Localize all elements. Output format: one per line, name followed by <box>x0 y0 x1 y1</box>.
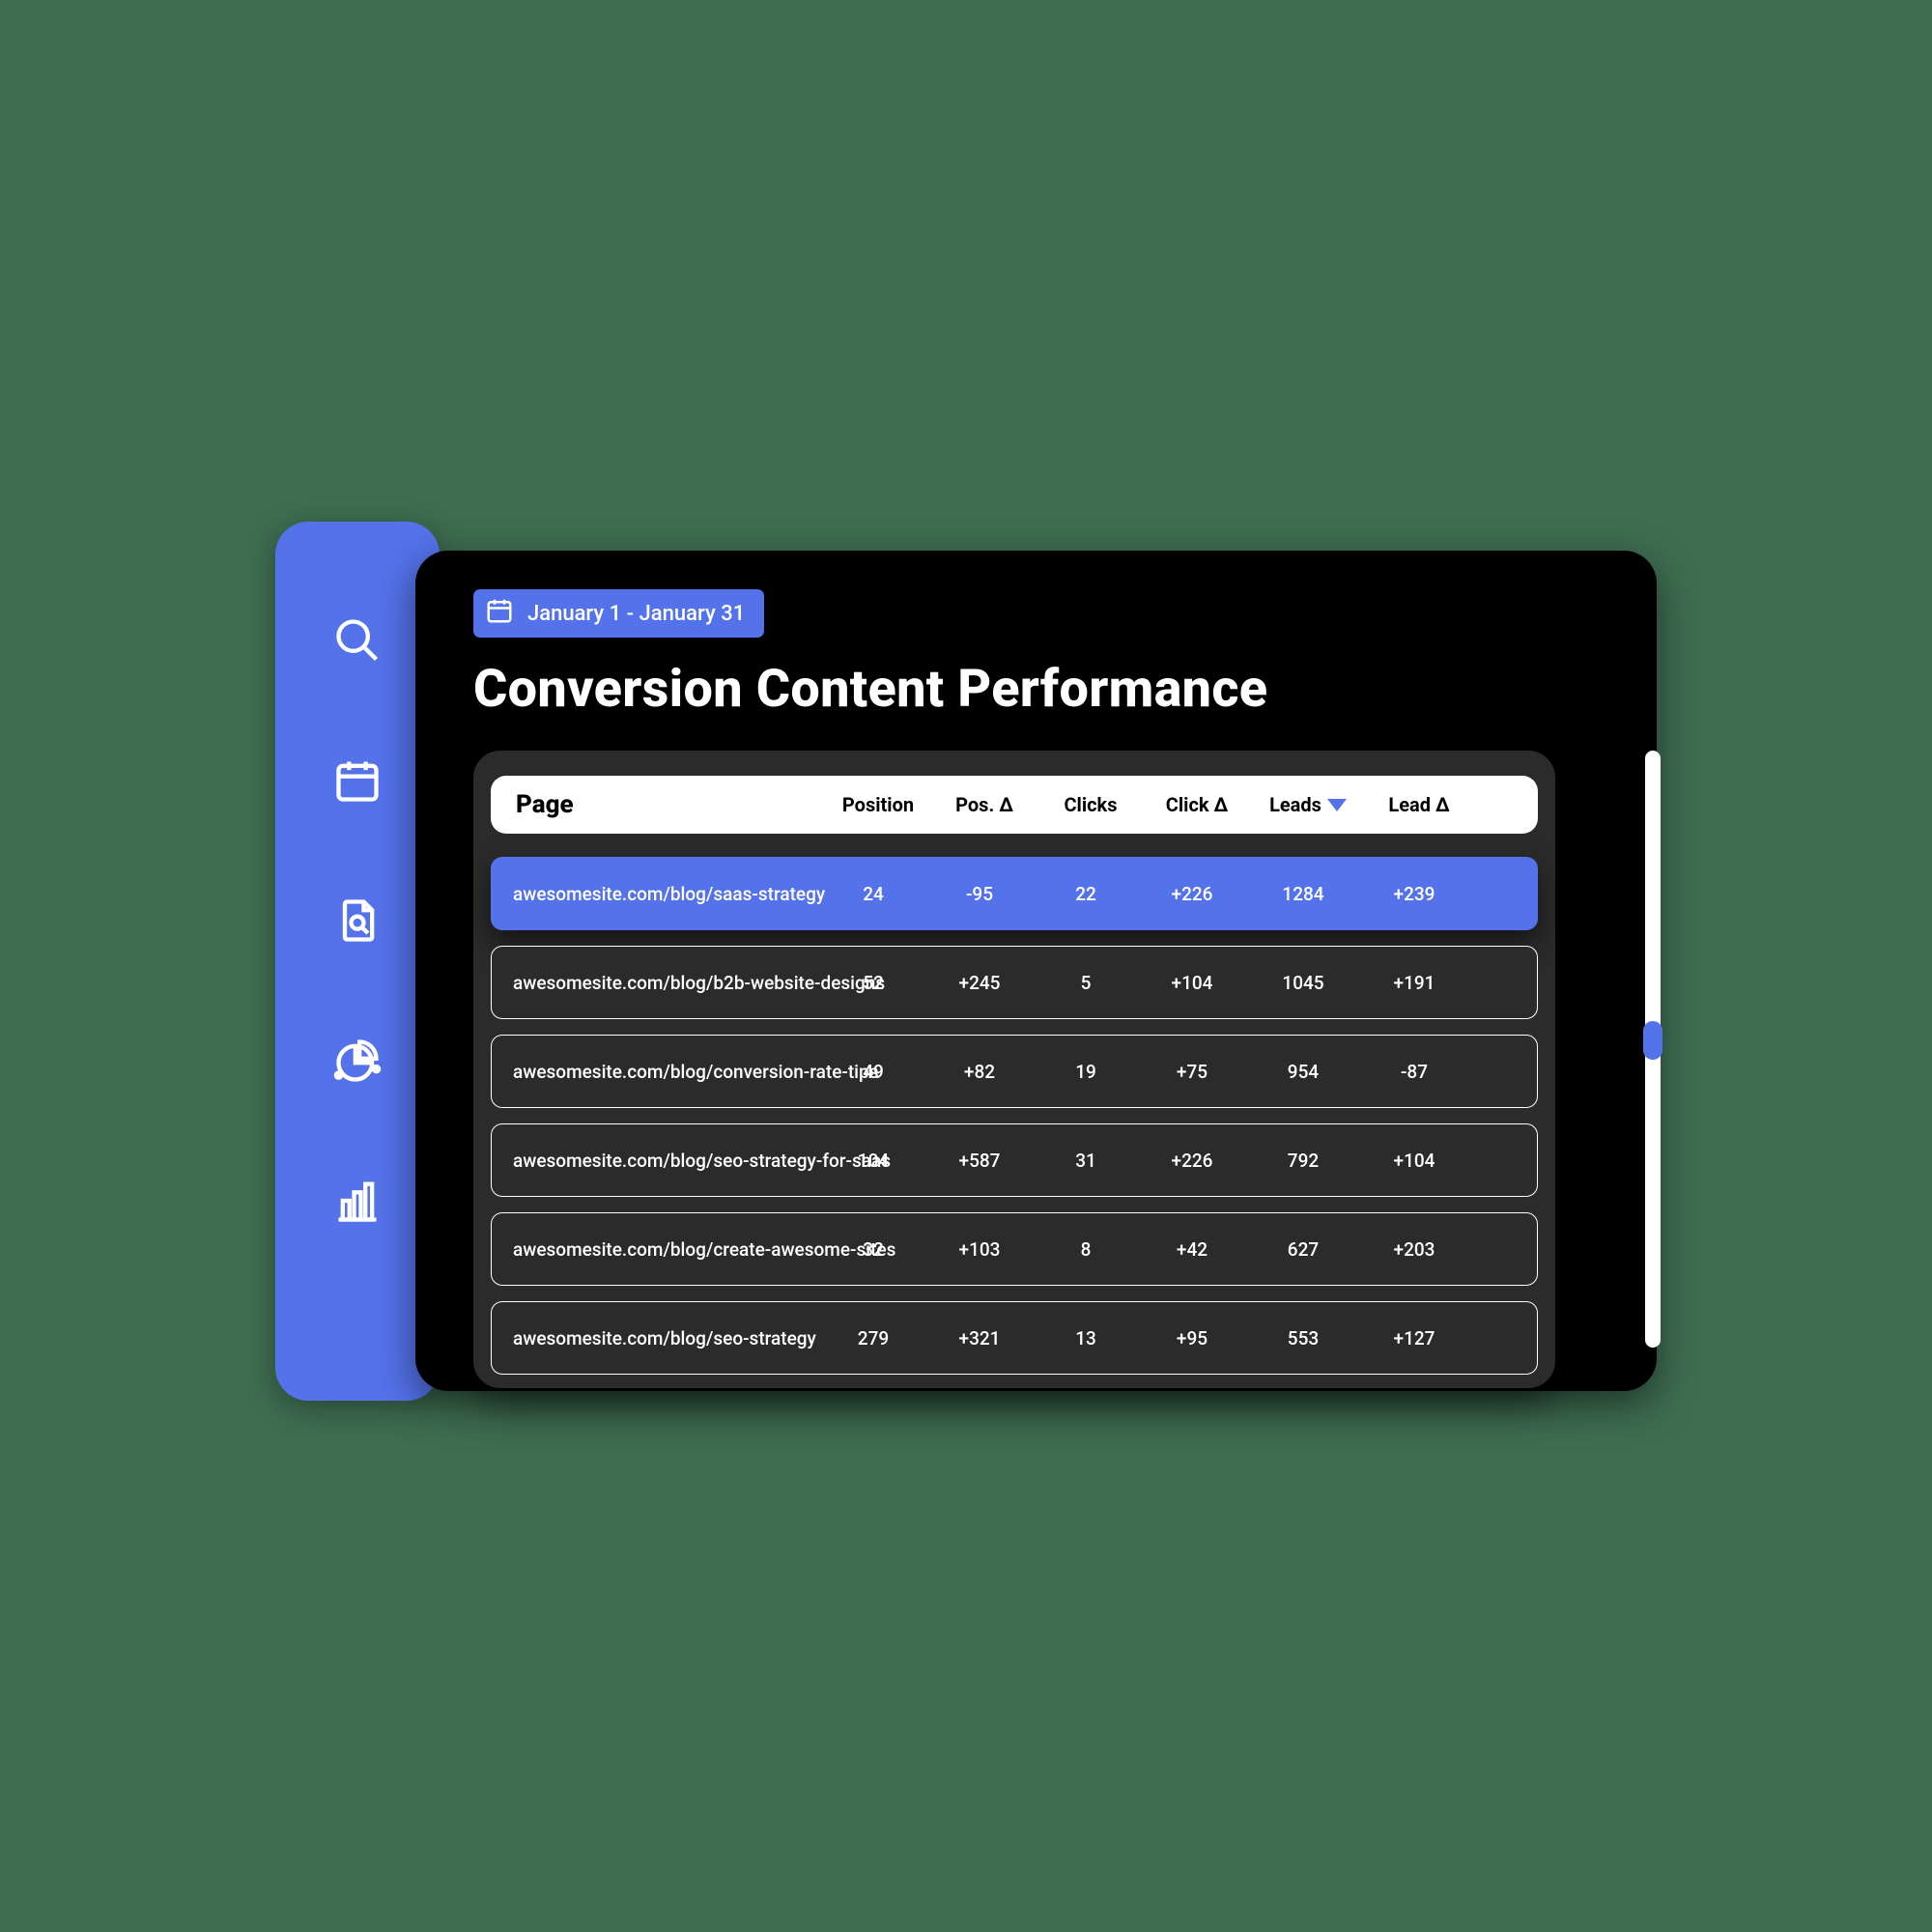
scrollbar-track[interactable] <box>1645 751 1661 1348</box>
bar-chart-icon <box>332 1176 383 1230</box>
date-range-label: January 1 - January 31 <box>527 602 745 626</box>
cell-lead-delta: +239 <box>1361 883 1467 905</box>
cell-click-delta: +104 <box>1139 972 1245 994</box>
table-header: Page Position Pos. Δ Clicks Click Δ Lead… <box>491 776 1538 834</box>
col-header-lead-delta[interactable]: Lead Δ <box>1366 793 1472 816</box>
cell-lead-delta: +191 <box>1361 972 1467 994</box>
cell-click-delta: +95 <box>1139 1327 1245 1350</box>
cell-page: awesomesite.com/blog/seo-strategy <box>492 1327 820 1350</box>
nav-bar-chart[interactable] <box>328 1174 386 1232</box>
cell-click-delta: +226 <box>1139 883 1245 905</box>
cell-lead-delta: +203 <box>1361 1238 1467 1261</box>
cell-position: 32 <box>820 1238 926 1261</box>
col-header-pos-delta[interactable]: Pos. Δ <box>931 793 1037 816</box>
col-header-leads-label: Leads <box>1269 793 1321 816</box>
cell-pos-delta: +587 <box>926 1150 1033 1172</box>
document-search-icon <box>332 895 383 950</box>
cell-leads: 1284 <box>1245 883 1361 905</box>
cell-position: 49 <box>820 1061 926 1083</box>
cell-lead-delta: +104 <box>1361 1150 1467 1172</box>
table-row[interactable]: awesomesite.com/blog/seo-strategy279+321… <box>491 1301 1538 1375</box>
col-header-leads[interactable]: Leads <box>1250 793 1366 816</box>
cell-lead-delta: +127 <box>1361 1327 1467 1350</box>
cell-leads: 1045 <box>1245 972 1361 994</box>
cell-position: 24 <box>820 883 926 905</box>
cell-pos-delta: +82 <box>926 1061 1033 1083</box>
col-header-page[interactable]: Page <box>497 790 825 819</box>
cell-pos-delta: +245 <box>926 972 1033 994</box>
cell-pos-delta: +321 <box>926 1327 1033 1350</box>
nav-document-search[interactable] <box>328 894 386 952</box>
cell-pos-delta: +103 <box>926 1238 1033 1261</box>
cell-position: 279 <box>820 1327 926 1350</box>
table-row[interactable]: awesomesite.com/blog/saas-strategy24-952… <box>491 857 1538 930</box>
col-header-click-delta[interactable]: Click Δ <box>1144 793 1250 816</box>
col-header-clicks[interactable]: Clicks <box>1037 793 1144 816</box>
cell-leads: 627 <box>1245 1238 1361 1261</box>
col-header-position[interactable]: Position <box>825 793 931 816</box>
cell-lead-delta: -87 <box>1361 1061 1467 1083</box>
cell-position: 104 <box>820 1150 926 1172</box>
cell-leads: 553 <box>1245 1327 1361 1350</box>
table-row[interactable]: awesomesite.com/blog/seo-strategy-for-sa… <box>491 1123 1538 1197</box>
table-row[interactable]: awesomesite.com/blog/create-awesome-site… <box>491 1212 1538 1286</box>
date-range-picker[interactable]: January 1 - January 31 <box>473 589 764 638</box>
cell-clicks: 5 <box>1033 972 1139 994</box>
cell-clicks: 13 <box>1033 1327 1139 1350</box>
cell-clicks: 31 <box>1033 1150 1139 1172</box>
nav-calendar[interactable] <box>328 753 386 811</box>
search-icon <box>332 615 383 669</box>
cell-clicks: 19 <box>1033 1061 1139 1083</box>
cell-clicks: 8 <box>1033 1238 1139 1261</box>
main-panel: January 1 - January 31 Conversion Conten… <box>415 551 1657 1391</box>
cell-position: 52 <box>820 972 926 994</box>
cell-pos-delta: -95 <box>926 883 1033 905</box>
performance-table: Page Position Pos. Δ Clicks Click Δ Lead… <box>473 751 1555 1388</box>
cell-page: awesomesite.com/blog/conversion-rate-tip… <box>492 1061 820 1083</box>
cell-leads: 954 <box>1245 1061 1361 1083</box>
table-body: awesomesite.com/blog/saas-strategy24-952… <box>491 857 1538 1375</box>
cell-page: awesomesite.com/blog/saas-strategy <box>492 883 820 905</box>
cell-click-delta: +75 <box>1139 1061 1245 1083</box>
cell-page: awesomesite.com/blog/b2b-website-designs <box>492 972 820 994</box>
cell-page: awesomesite.com/blog/seo-strategy-for-sa… <box>492 1150 820 1172</box>
page-title: Conversion Content Performance <box>473 659 1608 720</box>
sort-desc-icon <box>1327 799 1347 811</box>
cell-page: awesomesite.com/blog/create-awesome-site… <box>492 1238 820 1261</box>
cell-click-delta: +226 <box>1139 1150 1245 1172</box>
table-row[interactable]: awesomesite.com/blog/b2b-website-designs… <box>491 946 1538 1019</box>
nav-search[interactable] <box>328 613 386 671</box>
calendar-icon <box>332 755 383 810</box>
scrollbar-thumb[interactable] <box>1643 1021 1662 1060</box>
table-row[interactable]: awesomesite.com/blog/conversion-rate-tip… <box>491 1035 1538 1108</box>
cell-leads: 792 <box>1245 1150 1361 1172</box>
pie-chart-icon <box>332 1036 383 1090</box>
nav-pie-chart[interactable] <box>328 1034 386 1092</box>
cell-click-delta: +42 <box>1139 1238 1245 1261</box>
calendar-icon <box>485 596 514 631</box>
cell-clicks: 22 <box>1033 883 1139 905</box>
